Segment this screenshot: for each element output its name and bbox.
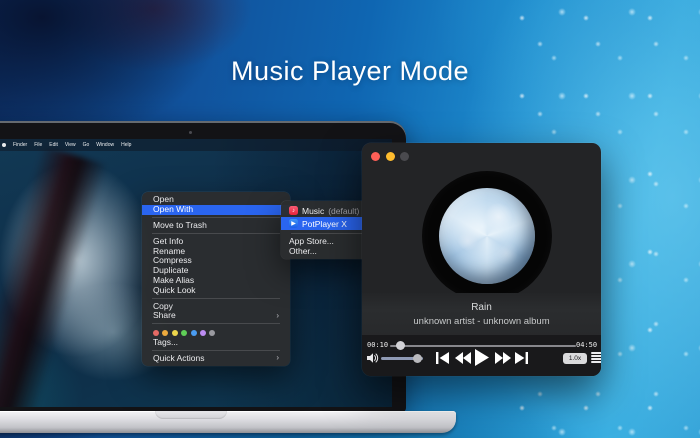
menubar-item-edit[interactable]: Edit: [49, 142, 58, 148]
chevron-right-icon: ›: [276, 313, 279, 319]
tag-color-row: [142, 327, 290, 338]
tag-gray[interactable]: [209, 330, 215, 336]
menu-item-tags[interactable]: Tags...: [142, 338, 290, 348]
next-track-button[interactable]: [515, 352, 528, 364]
tag-yellow[interactable]: [172, 330, 178, 336]
total-time: 04:50: [576, 341, 597, 349]
previous-track-button[interactable]: [436, 352, 449, 364]
menubar-item-go[interactable]: Go: [83, 142, 90, 148]
tag-red[interactable]: [153, 330, 159, 336]
volume-slider-knob[interactable]: [413, 354, 422, 363]
menubar-item-help[interactable]: Help: [121, 142, 131, 148]
playback-speed-button[interactable]: 1.0x: [563, 353, 587, 364]
playlist-menu-icon[interactable]: [591, 352, 601, 363]
volume-slider[interactable]: [381, 357, 423, 360]
tag-purple[interactable]: [200, 330, 206, 336]
chevron-right-icon: ›: [276, 355, 279, 361]
tag-green[interactable]: [181, 330, 187, 336]
seek-slider-knob[interactable]: [396, 341, 405, 350]
rewind-button[interactable]: [455, 352, 471, 364]
menubar-item-window[interactable]: Window: [96, 142, 114, 148]
apple-menu-icon[interactable]: [2, 143, 6, 147]
menu-separator: [152, 350, 280, 351]
vinyl-disc-artwork: [422, 171, 552, 301]
close-button[interactable]: [371, 152, 380, 161]
laptop-base: [0, 411, 456, 433]
potplayer-app-icon: ▶: [289, 219, 298, 228]
window-traffic-lights: [371, 152, 409, 161]
menu-item-make-alias[interactable]: Make Alias: [142, 276, 290, 286]
menubar-item-view[interactable]: View: [65, 142, 76, 148]
menu-separator: [152, 217, 280, 218]
page-title: Music Player Mode: [0, 56, 700, 87]
track-title: Rain: [362, 293, 601, 313]
fast-forward-button[interactable]: [495, 352, 511, 364]
menu-item-get-info[interactable]: Get Info: [142, 236, 290, 246]
track-subtitle: unknown artist - unknown album: [362, 316, 601, 327]
tag-orange[interactable]: [162, 330, 168, 336]
laptop-lid-notch: [155, 411, 227, 419]
apple-music-app-icon: ♪: [289, 206, 298, 215]
volume-icon[interactable]: [366, 352, 379, 364]
menu-separator: [152, 298, 280, 299]
webcam-dot: [189, 131, 192, 134]
menu-item-share[interactable]: Share ›: [142, 311, 290, 321]
menu-item-open-with[interactable]: Open With: [142, 205, 290, 215]
elapsed-time: 00:10: [367, 341, 388, 349]
menu-separator: [152, 233, 280, 234]
menu-separator: [152, 323, 280, 324]
wallpaper-reef-ridge: [0, 146, 108, 407]
music-player-window: Rain unknown artist - unknown album 00:1…: [362, 143, 601, 376]
track-info-panel: Rain unknown artist - unknown album: [362, 293, 601, 335]
tag-blue[interactable]: [191, 330, 197, 336]
macos-menubar: Finder File Edit View Go Window Help: [0, 139, 392, 151]
finder-context-menu: Open Open With Move to Trash Get Info Re…: [142, 192, 290, 366]
menubar-item-file[interactable]: File: [34, 142, 42, 148]
menu-separator: [291, 233, 369, 234]
album-art-sphere: [439, 188, 535, 284]
menubar-item-finder[interactable]: Finder: [13, 142, 27, 148]
menu-item-quick-actions[interactable]: Quick Actions ›: [142, 354, 290, 364]
menu-item-move-to-trash[interactable]: Move to Trash: [142, 221, 290, 231]
play-button[interactable]: [475, 349, 489, 366]
menu-item-quick-look[interactable]: Quick Look: [142, 285, 290, 295]
seek-slider[interactable]: [390, 345, 576, 347]
zoom-button-disabled: [400, 152, 409, 161]
minimize-button[interactable]: [386, 152, 395, 161]
